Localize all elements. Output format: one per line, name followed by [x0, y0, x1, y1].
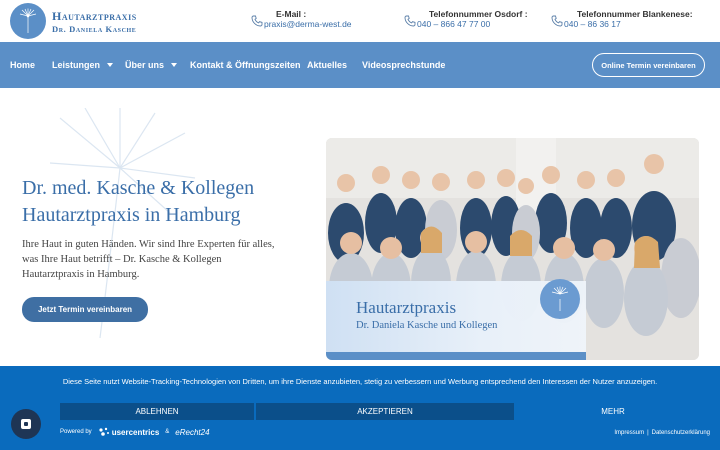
ampersand: &	[165, 429, 170, 435]
photo-caption-bar	[326, 352, 586, 360]
nav-home[interactable]: Home	[10, 42, 35, 88]
nav-aktuelles-label: Aktuelles	[307, 60, 348, 70]
email-value[interactable]: praxis@derma-west.de	[264, 19, 352, 30]
email-label: E-Mail :	[276, 9, 307, 19]
blankenese-phone-value[interactable]: 040 – 86 36 17	[564, 19, 693, 30]
team-photo: Hautarztpraxis Dr. Daniela Kasche und Ko…	[326, 138, 699, 360]
phone-icon	[551, 15, 563, 27]
phone-icon	[251, 15, 263, 27]
usercentrics-logo[interactable]: usercentrics	[98, 427, 160, 437]
nav-leistungen[interactable]: Leistungen	[52, 42, 114, 88]
nav-ueber-uns[interactable]: Über uns	[125, 42, 178, 88]
nav-kontakt[interactable]: Kontakt & Öffnungszeiten	[190, 42, 301, 88]
online-appointment-button[interactable]: Online Termin vereinbaren	[592, 53, 705, 77]
hero-appointment-button[interactable]: Jetzt Termin vereinbaren	[22, 297, 148, 322]
dandelion-logo-icon[interactable]	[10, 3, 46, 39]
privacy-settings-button[interactable]	[11, 409, 41, 439]
datenschutz-link[interactable]: Datenschutzerklärung	[652, 430, 710, 436]
blankenese-phone-label: Telefonnummer Blankenese:	[577, 9, 693, 19]
chevron-down-icon	[171, 63, 178, 67]
osdorf-phone-contact[interactable]: Telefonnummer Osdorf : 040 – 866 47 77 0…	[404, 9, 528, 30]
email-contact[interactable]: E-Mail : praxis@derma-west.de	[251, 9, 352, 30]
brand-title: Hautarztpraxis	[52, 9, 137, 23]
dandelion-logo-icon	[540, 279, 580, 319]
cookie-consent-banner: Diese Seite nutzt Website-Tracking-Techn…	[0, 366, 720, 450]
nav-aktuelles[interactable]: Aktuelles	[307, 42, 347, 88]
cookie-accept-button[interactable]: AKZEPTIEREN	[256, 403, 514, 420]
legal-separator: |	[647, 430, 649, 436]
photo-caption-title: Hautarztpraxis	[356, 298, 457, 317]
fingerprint-icon	[21, 419, 31, 429]
brand-name[interactable]: Hautarztpraxis Dr. Daniela Kasche	[52, 10, 137, 34]
osdorf-phone-value[interactable]: 040 – 866 47 77 00	[417, 19, 528, 30]
hero-title-line2: Hautarztpraxis in Hamburg	[22, 204, 241, 226]
nav-ueber-uns-label: Über uns	[125, 60, 165, 70]
blankenese-phone-contact[interactable]: Telefonnummer Blankenese: 040 – 86 36 17	[551, 9, 693, 30]
usercentrics-label: usercentrics	[111, 427, 160, 437]
cookie-reject-button[interactable]: ABLEHNEN	[60, 403, 254, 420]
hero-title-line1: Dr. med. Kasche & Kollegen	[22, 177, 255, 199]
legal-links: Impressum | Datenschutzerklärung	[614, 430, 710, 436]
hero-description: Ihre Haut in guten Händen. Wir sind Ihre…	[22, 239, 275, 280]
cookie-consent-text: Diese Seite nutzt Website-Tracking-Techn…	[62, 377, 658, 386]
nav-kontakt-label: Kontakt & Öffnungszeiten	[190, 60, 301, 70]
powered-by: Powered by usercentrics & eRecht24	[60, 427, 210, 437]
chevron-down-icon	[107, 63, 114, 67]
osdorf-phone-label: Telefonnummer Osdorf :	[429, 9, 528, 19]
impressum-link[interactable]: Impressum	[614, 430, 644, 436]
nav-videosprechstunde[interactable]: Videosprechstunde	[362, 42, 445, 88]
powered-by-label: Powered by	[60, 429, 92, 435]
hero-title: Dr. med. Kasche & Kollegen Hautarztpraxi…	[22, 175, 254, 229]
nav-leistungen-label: Leistungen	[52, 60, 101, 70]
nav-home-label: Home	[10, 60, 36, 70]
phone-icon	[404, 15, 416, 27]
erecht24-logo[interactable]: eRecht24	[175, 428, 209, 437]
top-header: Hautarztpraxis Dr. Daniela Kasche E-Mail…	[0, 0, 720, 42]
photo-caption-subtitle: Dr. Daniela Kasche und Kollegen	[356, 320, 498, 331]
cookie-more-button[interactable]: MEHR	[516, 403, 710, 420]
usercentrics-dots-icon	[99, 427, 109, 436]
nav-videosprechstunde-label: Videosprechstunde	[362, 60, 446, 70]
brand-subtitle: Dr. Daniela Kasche	[52, 24, 137, 34]
